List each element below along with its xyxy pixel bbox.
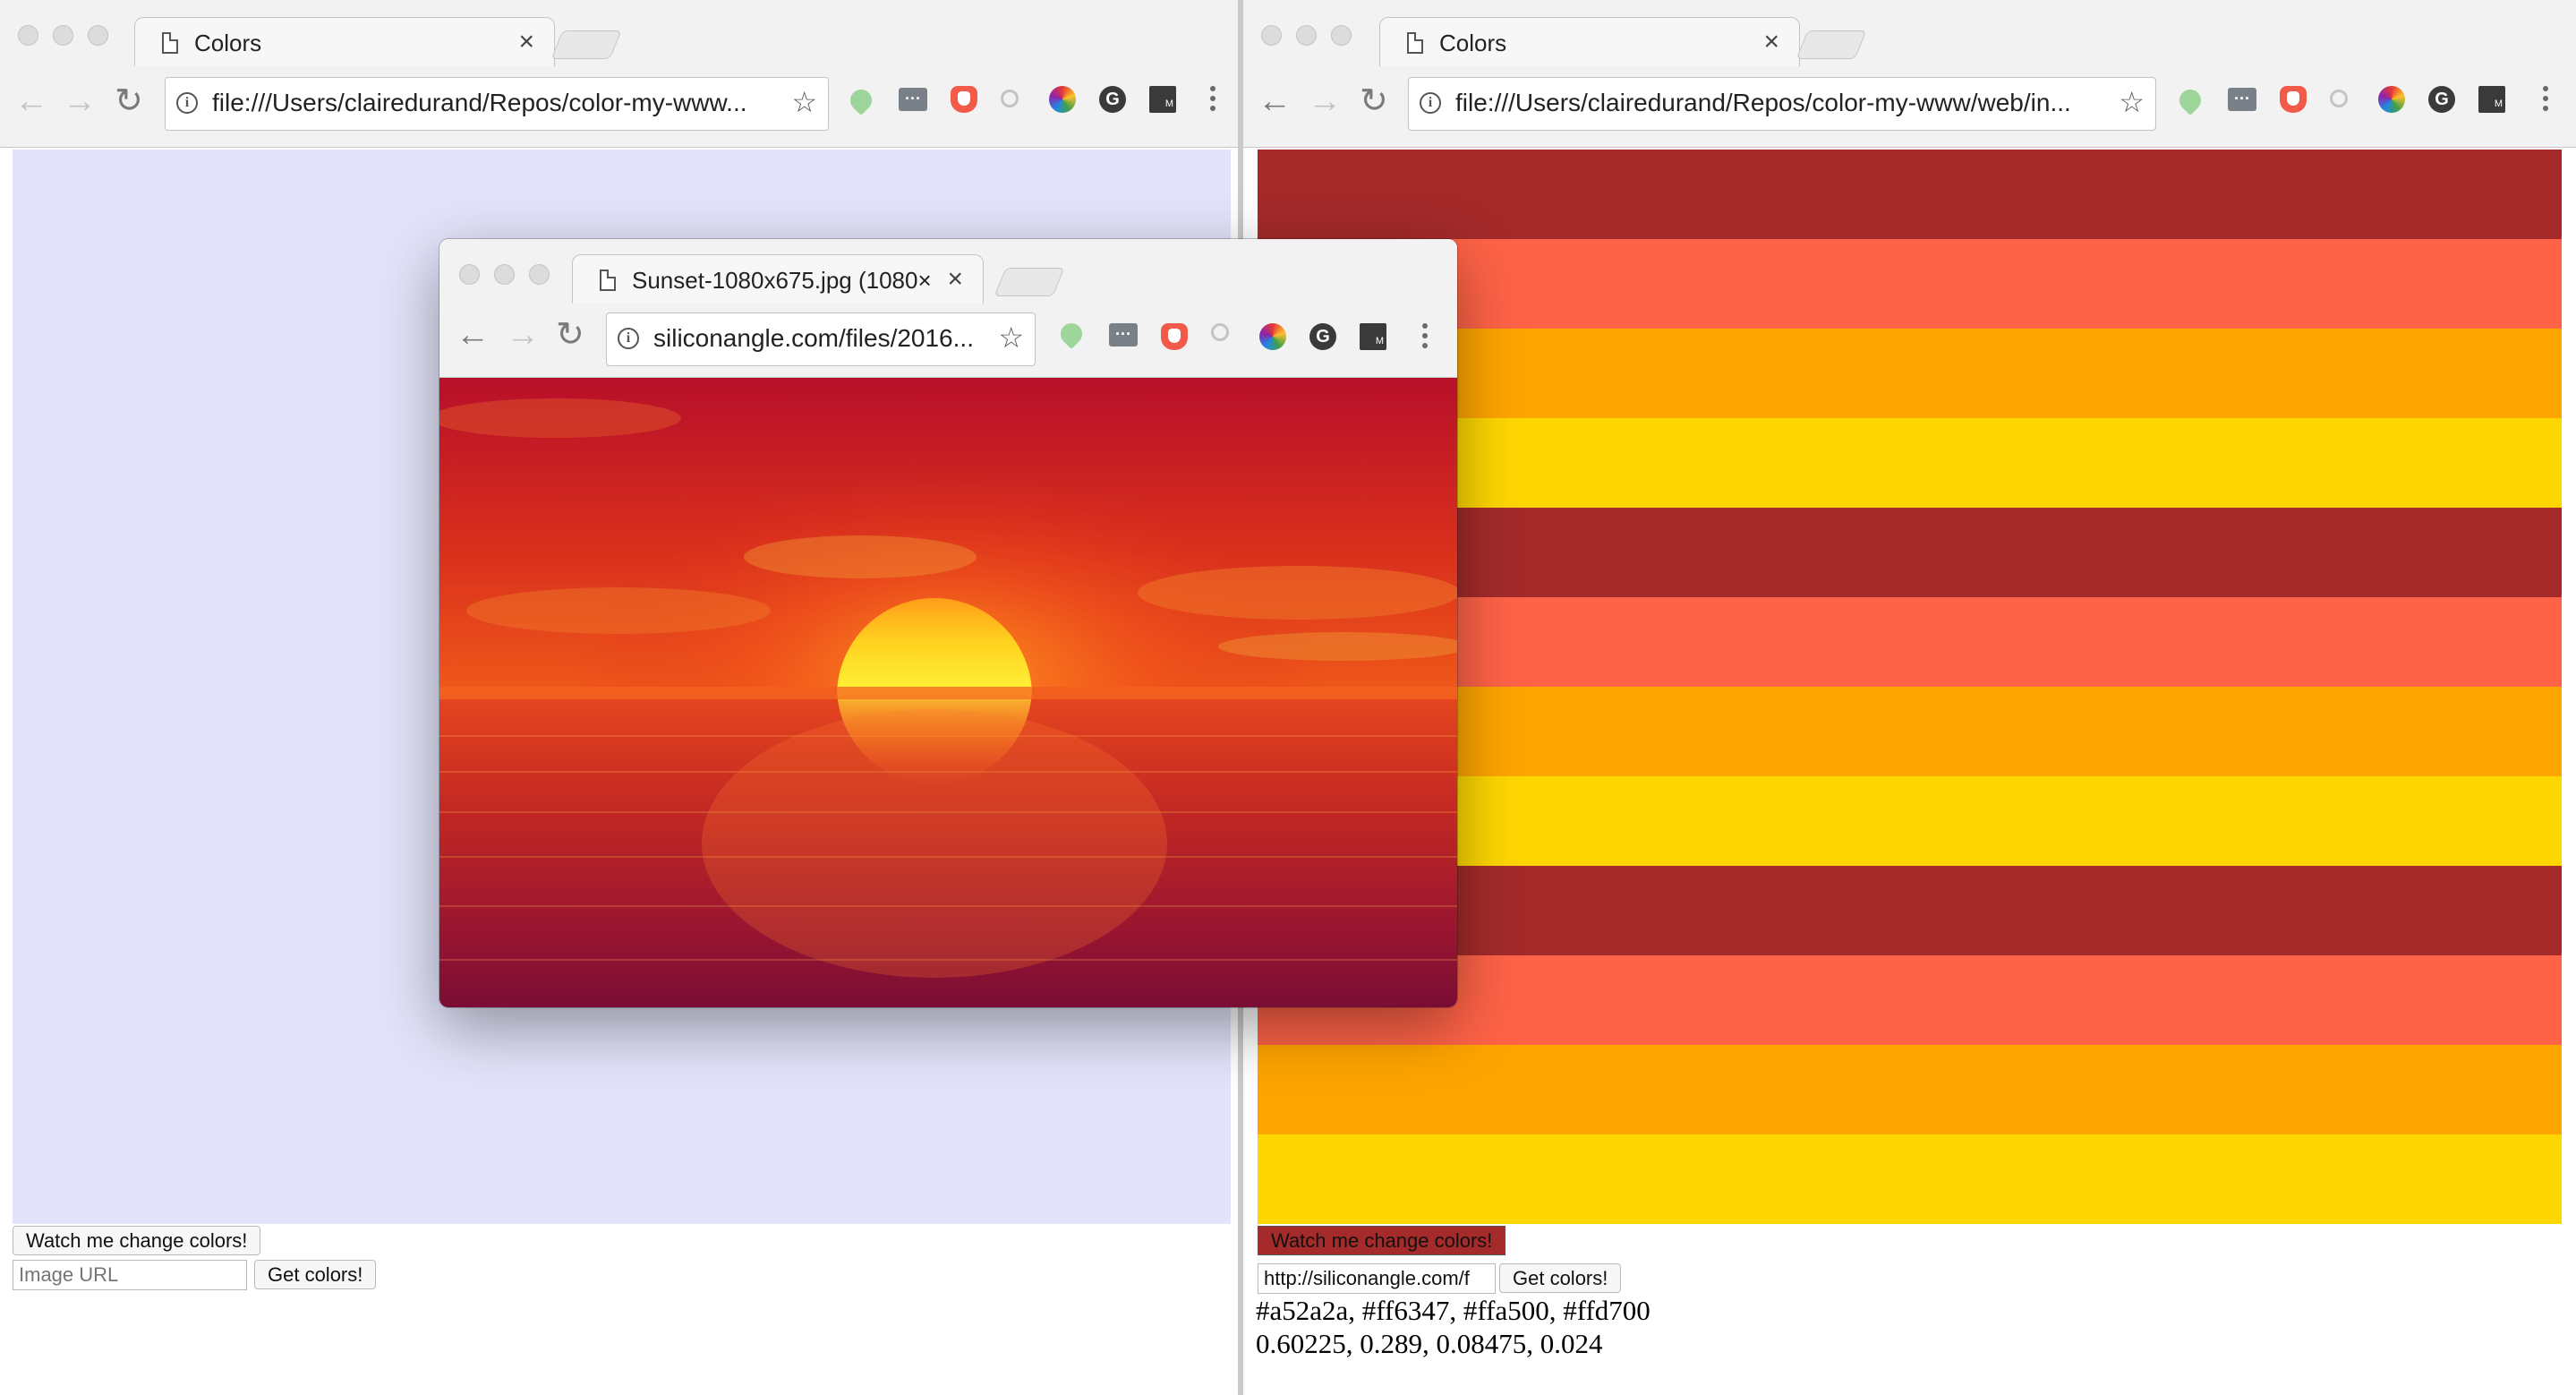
minimize-window-button[interactable] [53, 25, 73, 46]
tab-strip: Colors × [0, 0, 1238, 67]
zoom-window-button[interactable] [88, 25, 108, 46]
reload-icon[interactable]: ↻ [115, 84, 143, 118]
bookmark-star-icon[interactable]: ☆ [2119, 85, 2145, 119]
m-extension-icon[interactable]: M [2478, 86, 2505, 113]
color-stripe [1258, 150, 2562, 239]
bookmark-star-icon[interactable]: ☆ [998, 321, 1024, 355]
m-extension-icon[interactable]: M [1149, 86, 1176, 113]
dots-extension-icon[interactable]: ··· [899, 88, 927, 111]
color-stripe [1258, 1134, 2562, 1224]
magnifier-extension-icon[interactable] [1001, 90, 1019, 107]
window-controls [18, 25, 108, 46]
browser-window-image: Sunset-1080x675.jpg (1080× × ← → ↻ i sil… [439, 239, 1457, 1007]
color-stripe [1258, 1045, 2562, 1134]
proportions-output: 0.60225, 0.289, 0.08475, 0.024 [1256, 1328, 1603, 1359]
colors-output: #a52a2a, #ff6347, #ffa500, #ffd700 [1256, 1295, 1651, 1326]
minimize-window-button[interactable] [1296, 25, 1317, 46]
tab-close-icon[interactable]: × [518, 27, 534, 57]
tab-strip: Sunset-1080x675.jpg (1080× × [439, 239, 1457, 304]
tab-colors[interactable]: Colors × [1379, 17, 1800, 67]
tab-title: Sunset-1080x675.jpg (1080× [632, 267, 932, 294]
balloon-extension-icon[interactable] [846, 85, 876, 116]
window-controls [459, 264, 550, 285]
sunset-image [439, 378, 1457, 1007]
window-controls [1261, 25, 1352, 46]
tab-colors[interactable]: Colors × [134, 17, 555, 67]
tab-close-icon[interactable]: × [947, 264, 963, 295]
document-icon [1407, 32, 1423, 54]
info-icon[interactable]: i [618, 328, 639, 349]
toolbar: ← → ↻ i siliconangle.com/files/2016... ☆… [439, 304, 1457, 378]
zoom-window-button[interactable] [529, 264, 550, 285]
address-bar[interactable]: i siliconangle.com/files/2016... ☆ [606, 312, 1036, 366]
close-window-button[interactable] [18, 25, 38, 46]
menu-kebab-icon[interactable] [1210, 86, 1215, 116]
back-icon[interactable]: ← [14, 84, 48, 118]
address-bar[interactable]: i file:///Users/clairedurand/Repos/color… [165, 77, 829, 131]
tab-sunset-image[interactable]: Sunset-1080x675.jpg (1080× × [572, 254, 984, 304]
balloon-extension-icon[interactable] [2175, 85, 2205, 116]
forward-icon[interactable]: → [506, 318, 540, 352]
bookmark-star-icon[interactable]: ☆ [791, 85, 817, 119]
menu-kebab-icon[interactable] [1422, 323, 1428, 353]
new-tab-button[interactable] [550, 30, 622, 59]
back-icon[interactable]: ← [456, 318, 490, 352]
address-url: siliconangle.com/files/2016... [653, 324, 974, 352]
balloon-extension-icon[interactable] [1056, 319, 1087, 349]
toolbar: ← → ↻ i file:///Users/clairedurand/Repos… [0, 66, 1238, 148]
g-extension-icon[interactable]: G [1099, 86, 1126, 113]
zoom-window-button[interactable] [1331, 25, 1352, 46]
address-url: file:///Users/clairedurand/Repos/color-m… [1455, 89, 2071, 116]
minimize-window-button[interactable] [494, 264, 515, 285]
reload-icon[interactable]: ↻ [1360, 84, 1388, 118]
document-icon [600, 270, 616, 291]
dots-extension-icon[interactable]: ··· [2228, 88, 2256, 111]
menu-kebab-icon[interactable] [2543, 86, 2548, 116]
m-extension-icon[interactable]: M [1360, 323, 1386, 350]
g-extension-icon[interactable]: G [1309, 323, 1336, 350]
image-url-input[interactable] [1258, 1263, 1496, 1294]
magnifier-extension-icon[interactable] [1211, 323, 1229, 341]
tab-title: Colors [1439, 30, 1507, 56]
back-icon[interactable]: ← [1258, 84, 1292, 118]
tab-close-icon[interactable]: × [1763, 27, 1779, 57]
dots-extension-icon[interactable]: ··· [1109, 323, 1138, 347]
forward-icon[interactable]: → [63, 84, 97, 118]
toolbar: ← → ↻ i file:///Users/clairedurand/Repos… [1243, 66, 2576, 148]
g-extension-icon[interactable]: G [2428, 86, 2455, 113]
close-window-button[interactable] [1261, 25, 1282, 46]
info-icon[interactable]: i [1420, 92, 1441, 114]
tab-title: Colors [194, 30, 262, 56]
magnifier-extension-icon[interactable] [2330, 90, 2348, 107]
new-tab-button[interactable] [1796, 30, 1867, 59]
close-window-button[interactable] [459, 264, 480, 285]
info-icon[interactable]: i [176, 92, 198, 114]
shield-extension-icon[interactable] [2280, 86, 2307, 113]
color-wheel-extension-icon[interactable] [2378, 86, 2405, 113]
watch-colors-button[interactable]: Watch me change colors! [13, 1226, 261, 1255]
shield-extension-icon[interactable] [951, 86, 977, 113]
address-url: file:///Users/clairedurand/Repos/color-m… [212, 89, 747, 116]
color-wheel-extension-icon[interactable] [1049, 86, 1076, 113]
get-colors-button[interactable]: Get colors! [254, 1260, 377, 1289]
color-wheel-extension-icon[interactable] [1259, 323, 1286, 350]
shield-extension-icon[interactable] [1161, 323, 1188, 350]
document-icon [162, 32, 178, 54]
watch-colors-button[interactable]: Watch me change colors! [1258, 1226, 1506, 1255]
new-tab-button[interactable] [994, 268, 1065, 296]
reload-icon[interactable]: ↻ [556, 318, 584, 352]
get-colors-button[interactable]: Get colors! [1499, 1263, 1622, 1293]
image-url-input[interactable] [13, 1260, 247, 1290]
address-bar[interactable]: i file:///Users/clairedurand/Repos/color… [1408, 77, 2156, 131]
tab-strip: Colors × [1243, 0, 2576, 67]
forward-icon[interactable]: → [1308, 84, 1342, 118]
